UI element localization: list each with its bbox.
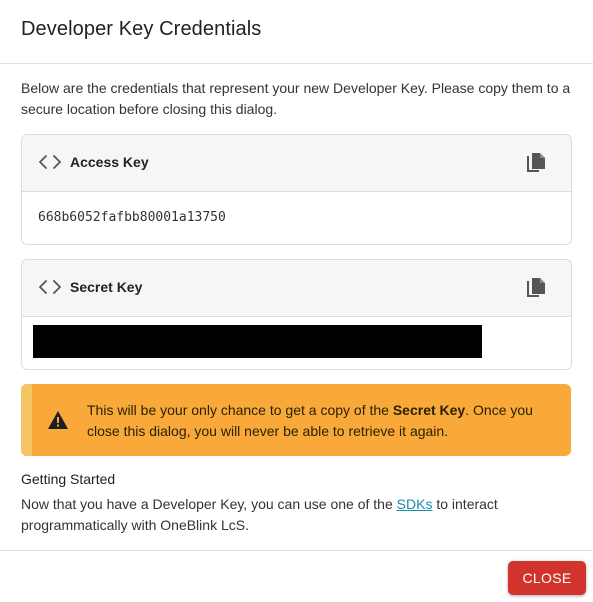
copy-icon[interactable] — [525, 277, 547, 299]
warning-text: This will be your only chance to get a c… — [87, 402, 533, 439]
developer-key-dialog: Developer Key Credentials Below are the … — [0, 0, 593, 602]
copy-icon[interactable] — [525, 152, 547, 174]
sdks-link[interactable]: SDKs — [397, 496, 433, 512]
warning-emphasis: Secret Key — [392, 402, 466, 418]
header-divider — [0, 63, 593, 64]
access-key-body: 668b6052fafbb80001a13750 — [22, 192, 571, 244]
secret-key-header: Secret Key — [22, 260, 571, 317]
close-button[interactable]: CLOSE — [508, 561, 586, 595]
getting-started-text: Now that you have a Developer Key, you c… — [21, 496, 498, 533]
secret-key-redacted-value — [33, 325, 482, 358]
secret-key-card: Secret Key — [21, 259, 572, 370]
secret-key-label: Secret Key — [70, 279, 143, 295]
warning-icon — [48, 411, 68, 429]
warning-stripe — [21, 384, 32, 456]
code-icon — [39, 155, 61, 169]
access-key-label: Access Key — [70, 154, 149, 170]
access-key-header: Access Key — [22, 135, 571, 192]
getting-started-title: Getting Started — [21, 471, 116, 487]
secret-key-body — [22, 317, 571, 369]
code-icon — [39, 280, 61, 294]
access-key-value: 668b6052fafbb80001a13750 — [38, 210, 226, 225]
footer-divider — [0, 550, 593, 551]
intro-text: Below are the credentials that represent… — [21, 80, 571, 117]
access-key-card: Access Key 668b6052fafbb80001a13750 — [21, 134, 572, 245]
warning-banner: This will be your only chance to get a c… — [21, 384, 571, 456]
dialog-title: Developer Key Credentials — [21, 18, 262, 40]
